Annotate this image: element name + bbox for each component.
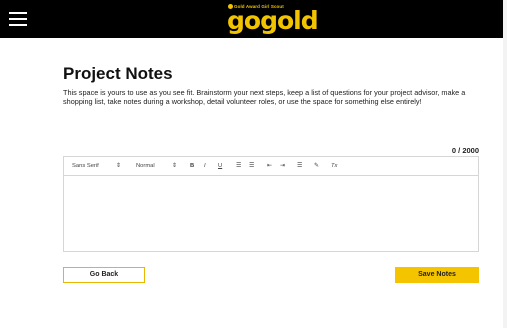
underline-button[interactable]: U: [218, 163, 222, 169]
font-family-select[interactable]: Sans Serif: [72, 163, 99, 169]
ordered-list-icon[interactable]: ☰: [236, 163, 241, 169]
page-title: Project Notes: [63, 64, 173, 83]
italic-button[interactable]: I: [204, 163, 206, 169]
bold-button[interactable]: B: [190, 163, 194, 169]
top-bar: Gold Award Girl Scout gogold: [0, 0, 503, 38]
go-back-button[interactable]: Go Back: [63, 267, 145, 283]
align-icon[interactable]: ☰: [297, 163, 302, 169]
size-select-arrow-icon[interactable]: ⇕: [172, 163, 177, 169]
save-notes-button[interactable]: Save Notes: [395, 267, 479, 283]
page-description: This space is yours to use as you see fi…: [63, 88, 466, 106]
outdent-icon[interactable]: ⇤: [267, 163, 272, 169]
clear-format-icon[interactable]: Tx: [331, 163, 337, 169]
font-size-select[interactable]: Normal: [136, 163, 155, 169]
font-select-arrow-icon[interactable]: ⇕: [116, 163, 121, 169]
link-icon[interactable]: ✎: [314, 163, 319, 169]
bullet-list-icon[interactable]: ☰: [249, 163, 254, 169]
gogold-logo[interactable]: Gold Award Girl Scout gogold: [226, 2, 326, 36]
page: Gold Award Girl Scout gogold Project Not…: [0, 0, 503, 328]
hamburger-menu-icon[interactable]: [9, 12, 27, 26]
logo-wordmark: gogold: [227, 6, 319, 35]
character-counter: 0 / 2000: [451, 146, 479, 155]
indent-icon[interactable]: ⇥: [280, 163, 285, 169]
notes-textarea[interactable]: [64, 176, 478, 252]
notes-editor: Sans Serif ⇕ Normal ⇕ B I U ☰ ☰ ⇤ ⇥ ☰ ✎ …: [63, 156, 479, 252]
editor-toolbar: Sans Serif ⇕ Normal ⇕ B I U ☰ ☰ ⇤ ⇥ ☰ ✎ …: [64, 157, 478, 176]
